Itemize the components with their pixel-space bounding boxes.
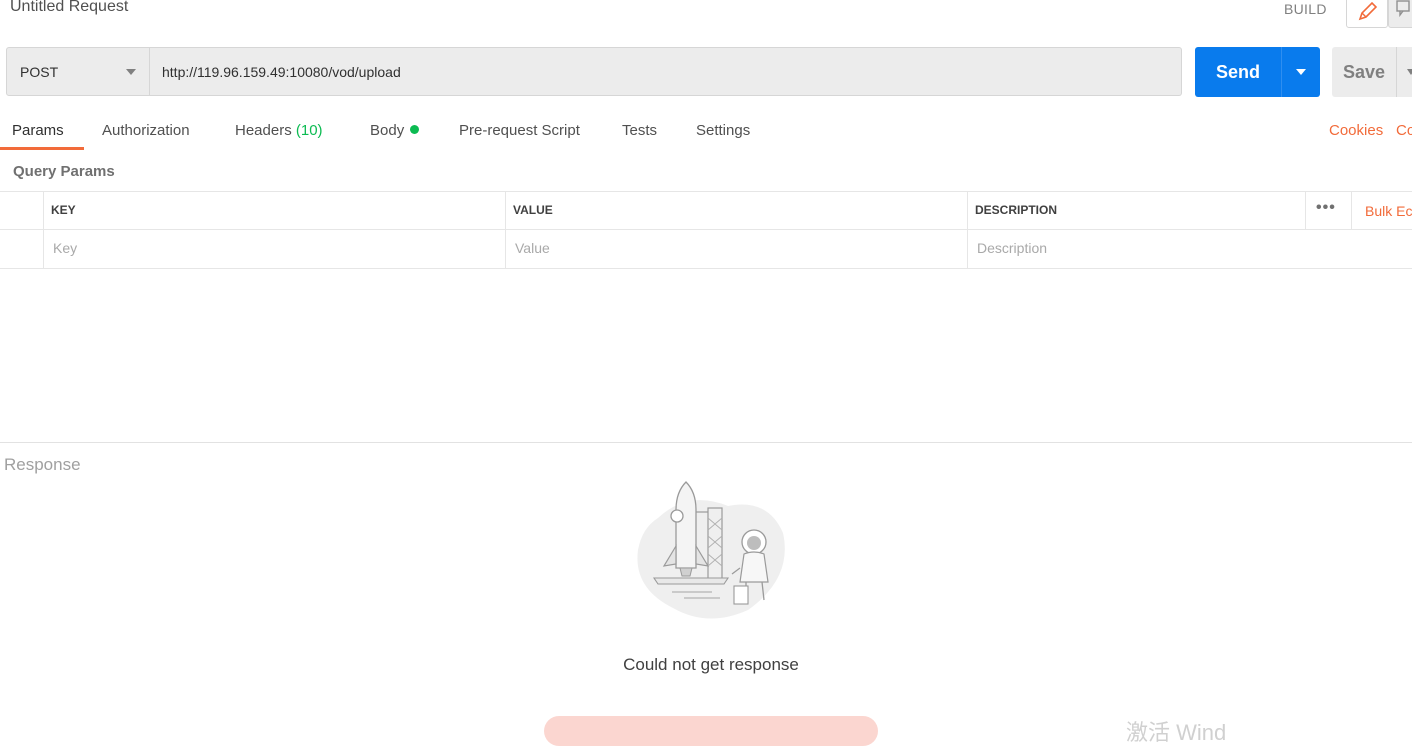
method-select[interactable]: POST bbox=[6, 47, 150, 96]
save-button[interactable]: Save bbox=[1332, 47, 1396, 97]
column-divider bbox=[967, 191, 968, 268]
more-options-icon[interactable]: ••• bbox=[1316, 199, 1336, 217]
pane-divider[interactable] bbox=[0, 442, 1412, 443]
tab-params[interactable]: Params bbox=[12, 122, 64, 139]
rocket-illustration-icon bbox=[628, 478, 794, 623]
description-input[interactable]: Description bbox=[977, 240, 1047, 256]
request-title: Untitled Request bbox=[10, 0, 129, 15]
bulk-edit-link[interactable]: Bulk Ec bbox=[1365, 203, 1412, 219]
code-link[interactable]: Co bbox=[1396, 122, 1412, 139]
cookies-link[interactable]: Cookies bbox=[1329, 122, 1383, 139]
column-divider bbox=[505, 191, 506, 268]
response-message: Could not get response bbox=[623, 655, 799, 674]
divider bbox=[0, 229, 1412, 230]
headers-count: (10) bbox=[295, 122, 323, 139]
learn-more-button[interactable] bbox=[544, 716, 878, 746]
edit-button[interactable] bbox=[1346, 0, 1388, 28]
column-header-key: KEY bbox=[51, 203, 76, 217]
activation-watermark: 激活 Wind bbox=[1126, 720, 1227, 745]
tab-pre-request-script[interactable]: Pre-request Script bbox=[459, 122, 580, 139]
save-options-button[interactable] bbox=[1396, 47, 1412, 97]
column-divider bbox=[1305, 191, 1306, 229]
tab-headers-label: Headers bbox=[235, 122, 292, 139]
value-input[interactable]: Value bbox=[515, 240, 550, 256]
divider bbox=[0, 191, 1412, 192]
pencil-icon bbox=[1358, 1, 1378, 21]
tab-body-label: Body bbox=[370, 122, 405, 139]
comments-button[interactable] bbox=[1388, 0, 1412, 28]
tab-headers[interactable]: Headers (10) bbox=[235, 122, 323, 139]
tab-body[interactable]: Body bbox=[370, 122, 420, 139]
tab-settings[interactable]: Settings bbox=[696, 122, 750, 139]
chevron-down-icon bbox=[1296, 69, 1306, 75]
chevron-down-icon bbox=[1407, 69, 1412, 75]
comment-icon bbox=[1396, 0, 1410, 18]
key-input[interactable]: Key bbox=[53, 240, 77, 256]
response-title: Response bbox=[4, 455, 81, 474]
column-divider bbox=[1351, 191, 1352, 229]
divider bbox=[0, 268, 1412, 269]
column-header-description: DESCRIPTION bbox=[975, 203, 1058, 217]
active-tab-indicator bbox=[0, 147, 84, 150]
query-params-title: Query Params bbox=[13, 163, 115, 180]
tab-authorization[interactable]: Authorization bbox=[102, 122, 190, 139]
send-button[interactable]: Send bbox=[1195, 47, 1281, 97]
column-header-value: VALUE bbox=[513, 203, 553, 217]
tab-tests[interactable]: Tests bbox=[622, 122, 657, 139]
body-status-dot bbox=[410, 125, 420, 134]
column-divider bbox=[43, 191, 44, 268]
build-mode-label[interactable]: BUILD bbox=[1284, 1, 1327, 17]
send-options-button[interactable] bbox=[1281, 47, 1320, 97]
url-input[interactable] bbox=[150, 47, 1182, 96]
method-value: POST bbox=[20, 64, 59, 80]
chevron-down-icon bbox=[126, 69, 136, 75]
